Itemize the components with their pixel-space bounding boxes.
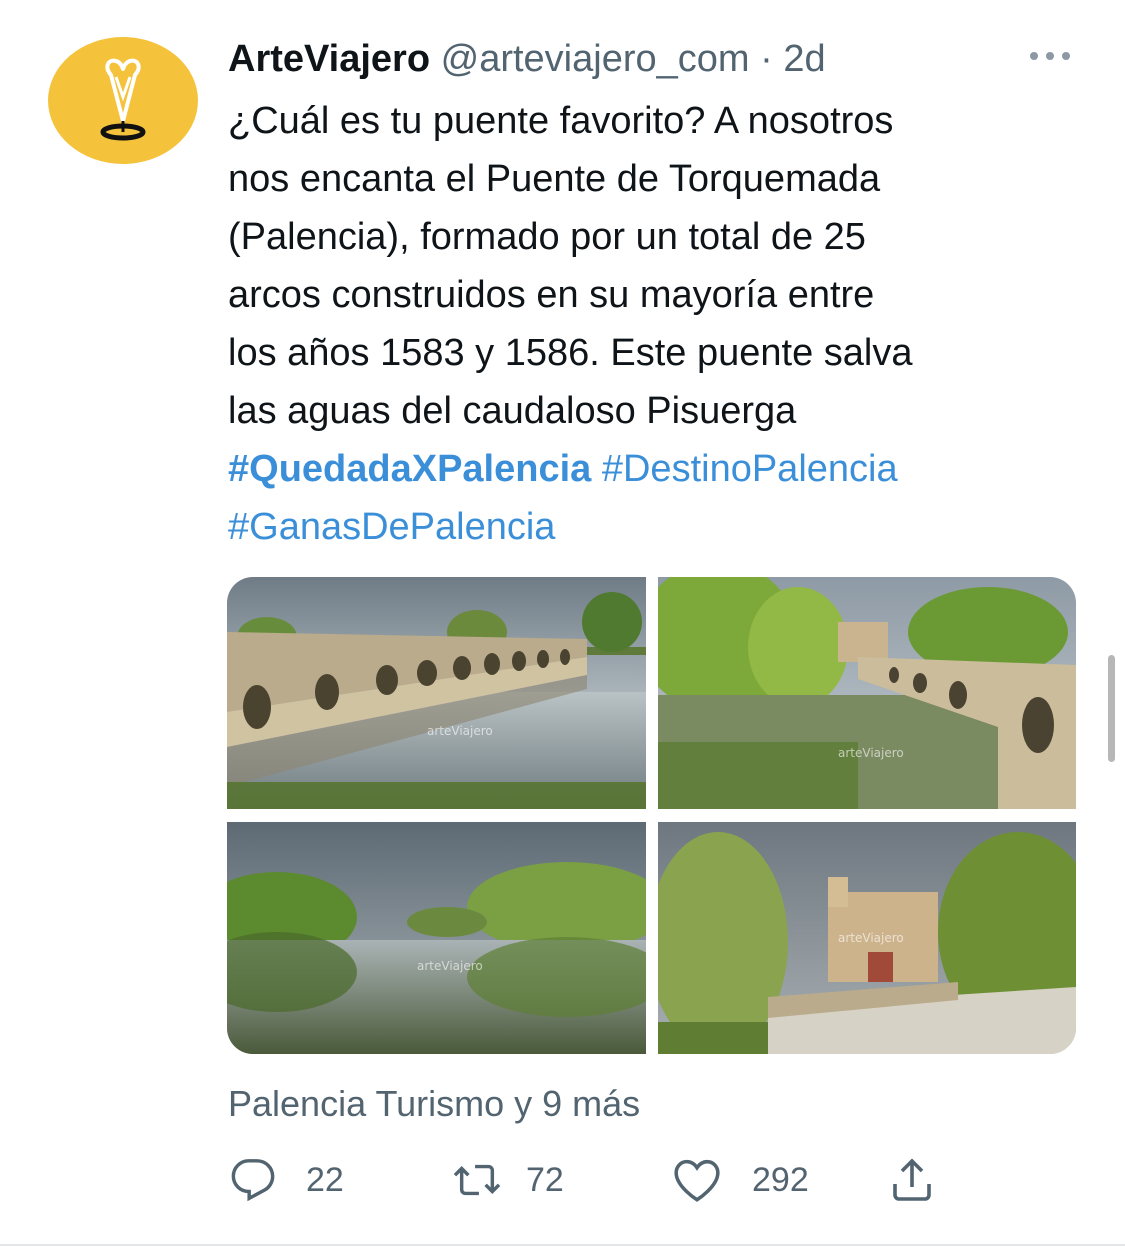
divider — [0, 1244, 1125, 1246]
time-separator: · — [760, 38, 773, 80]
author-handle[interactable]: @arteviajero_com — [441, 38, 750, 80]
hashtag-link[interactable]: #DestinoPalencia — [602, 448, 898, 490]
tweet-text-line: (Palencia), formado por un total de 25 — [228, 216, 866, 258]
tweet-text-line: las aguas del caudaloso Pisuerga — [228, 390, 797, 432]
scrollbar[interactable] — [1108, 655, 1115, 762]
tweet[interactable]: ArteViajero @arteviajero_com · 2d ¿Cuál … — [0, 0, 1125, 1247]
reply-button[interactable]: 22 — [230, 1152, 344, 1208]
more-horizontal-icon[interactable] — [1028, 46, 1072, 66]
tweet-text-line: los años 1583 y 1586. Este puente salva — [228, 332, 913, 374]
tweet-text-line: ¿Cuál es tu puente favorito? A nosotros — [228, 100, 894, 142]
author-name[interactable]: ArteViajero — [228, 38, 430, 80]
photo-bridge-1[interactable]: arteViajero — [227, 577, 646, 809]
retweet-count: 72 — [526, 1160, 564, 1199]
like-button[interactable]: 292 — [672, 1152, 809, 1208]
retweet-button[interactable]: 72 — [452, 1152, 564, 1208]
photo-bridge-2[interactable]: arteViajero — [658, 577, 1076, 809]
media-grid: arteViajero arteViajero arteViajero arte… — [227, 577, 1076, 1054]
tweet-time[interactable]: 2d — [783, 38, 825, 80]
like-count: 292 — [752, 1160, 809, 1199]
share-button[interactable] — [888, 1152, 936, 1208]
photo-watermark: arteViajero — [838, 746, 904, 760]
hashtag-link[interactable]: #GanasDePalencia — [228, 506, 555, 548]
tweet-text-line: arcos construidos en su mayoría entre — [228, 274, 875, 316]
tweet-text: ¿Cuál es tu puente favorito? A nosotros … — [228, 92, 1078, 556]
tagged-users[interactable]: Palencia Turismo y 9 más — [228, 1082, 640, 1126]
hashtag-link[interactable]: #QuedadaXPalencia — [228, 448, 591, 490]
reply-count: 22 — [306, 1160, 344, 1199]
photo-watermark: arteViajero — [417, 959, 483, 973]
tweet-header: ArteViajero @arteviajero_com · 2d — [228, 36, 826, 84]
heart-icon — [674, 1159, 720, 1202]
photo-bridge-church[interactable]: arteViajero — [658, 822, 1076, 1054]
avatar[interactable] — [48, 37, 198, 164]
retweet-icon — [453, 1164, 501, 1196]
tweet-text-line: nos encanta el Puente de Torquemada — [228, 158, 881, 200]
reply-icon — [231, 1159, 275, 1202]
photo-watermark: arteViajero — [427, 724, 493, 738]
photo-river[interactable]: arteViajero — [227, 822, 646, 1054]
tweet-actions: 22 72 292 — [0, 1152, 1125, 1212]
photo-watermark: arteViajero — [838, 931, 904, 945]
share-icon — [893, 1158, 931, 1201]
arteviajero-logo-icon — [100, 58, 146, 141]
